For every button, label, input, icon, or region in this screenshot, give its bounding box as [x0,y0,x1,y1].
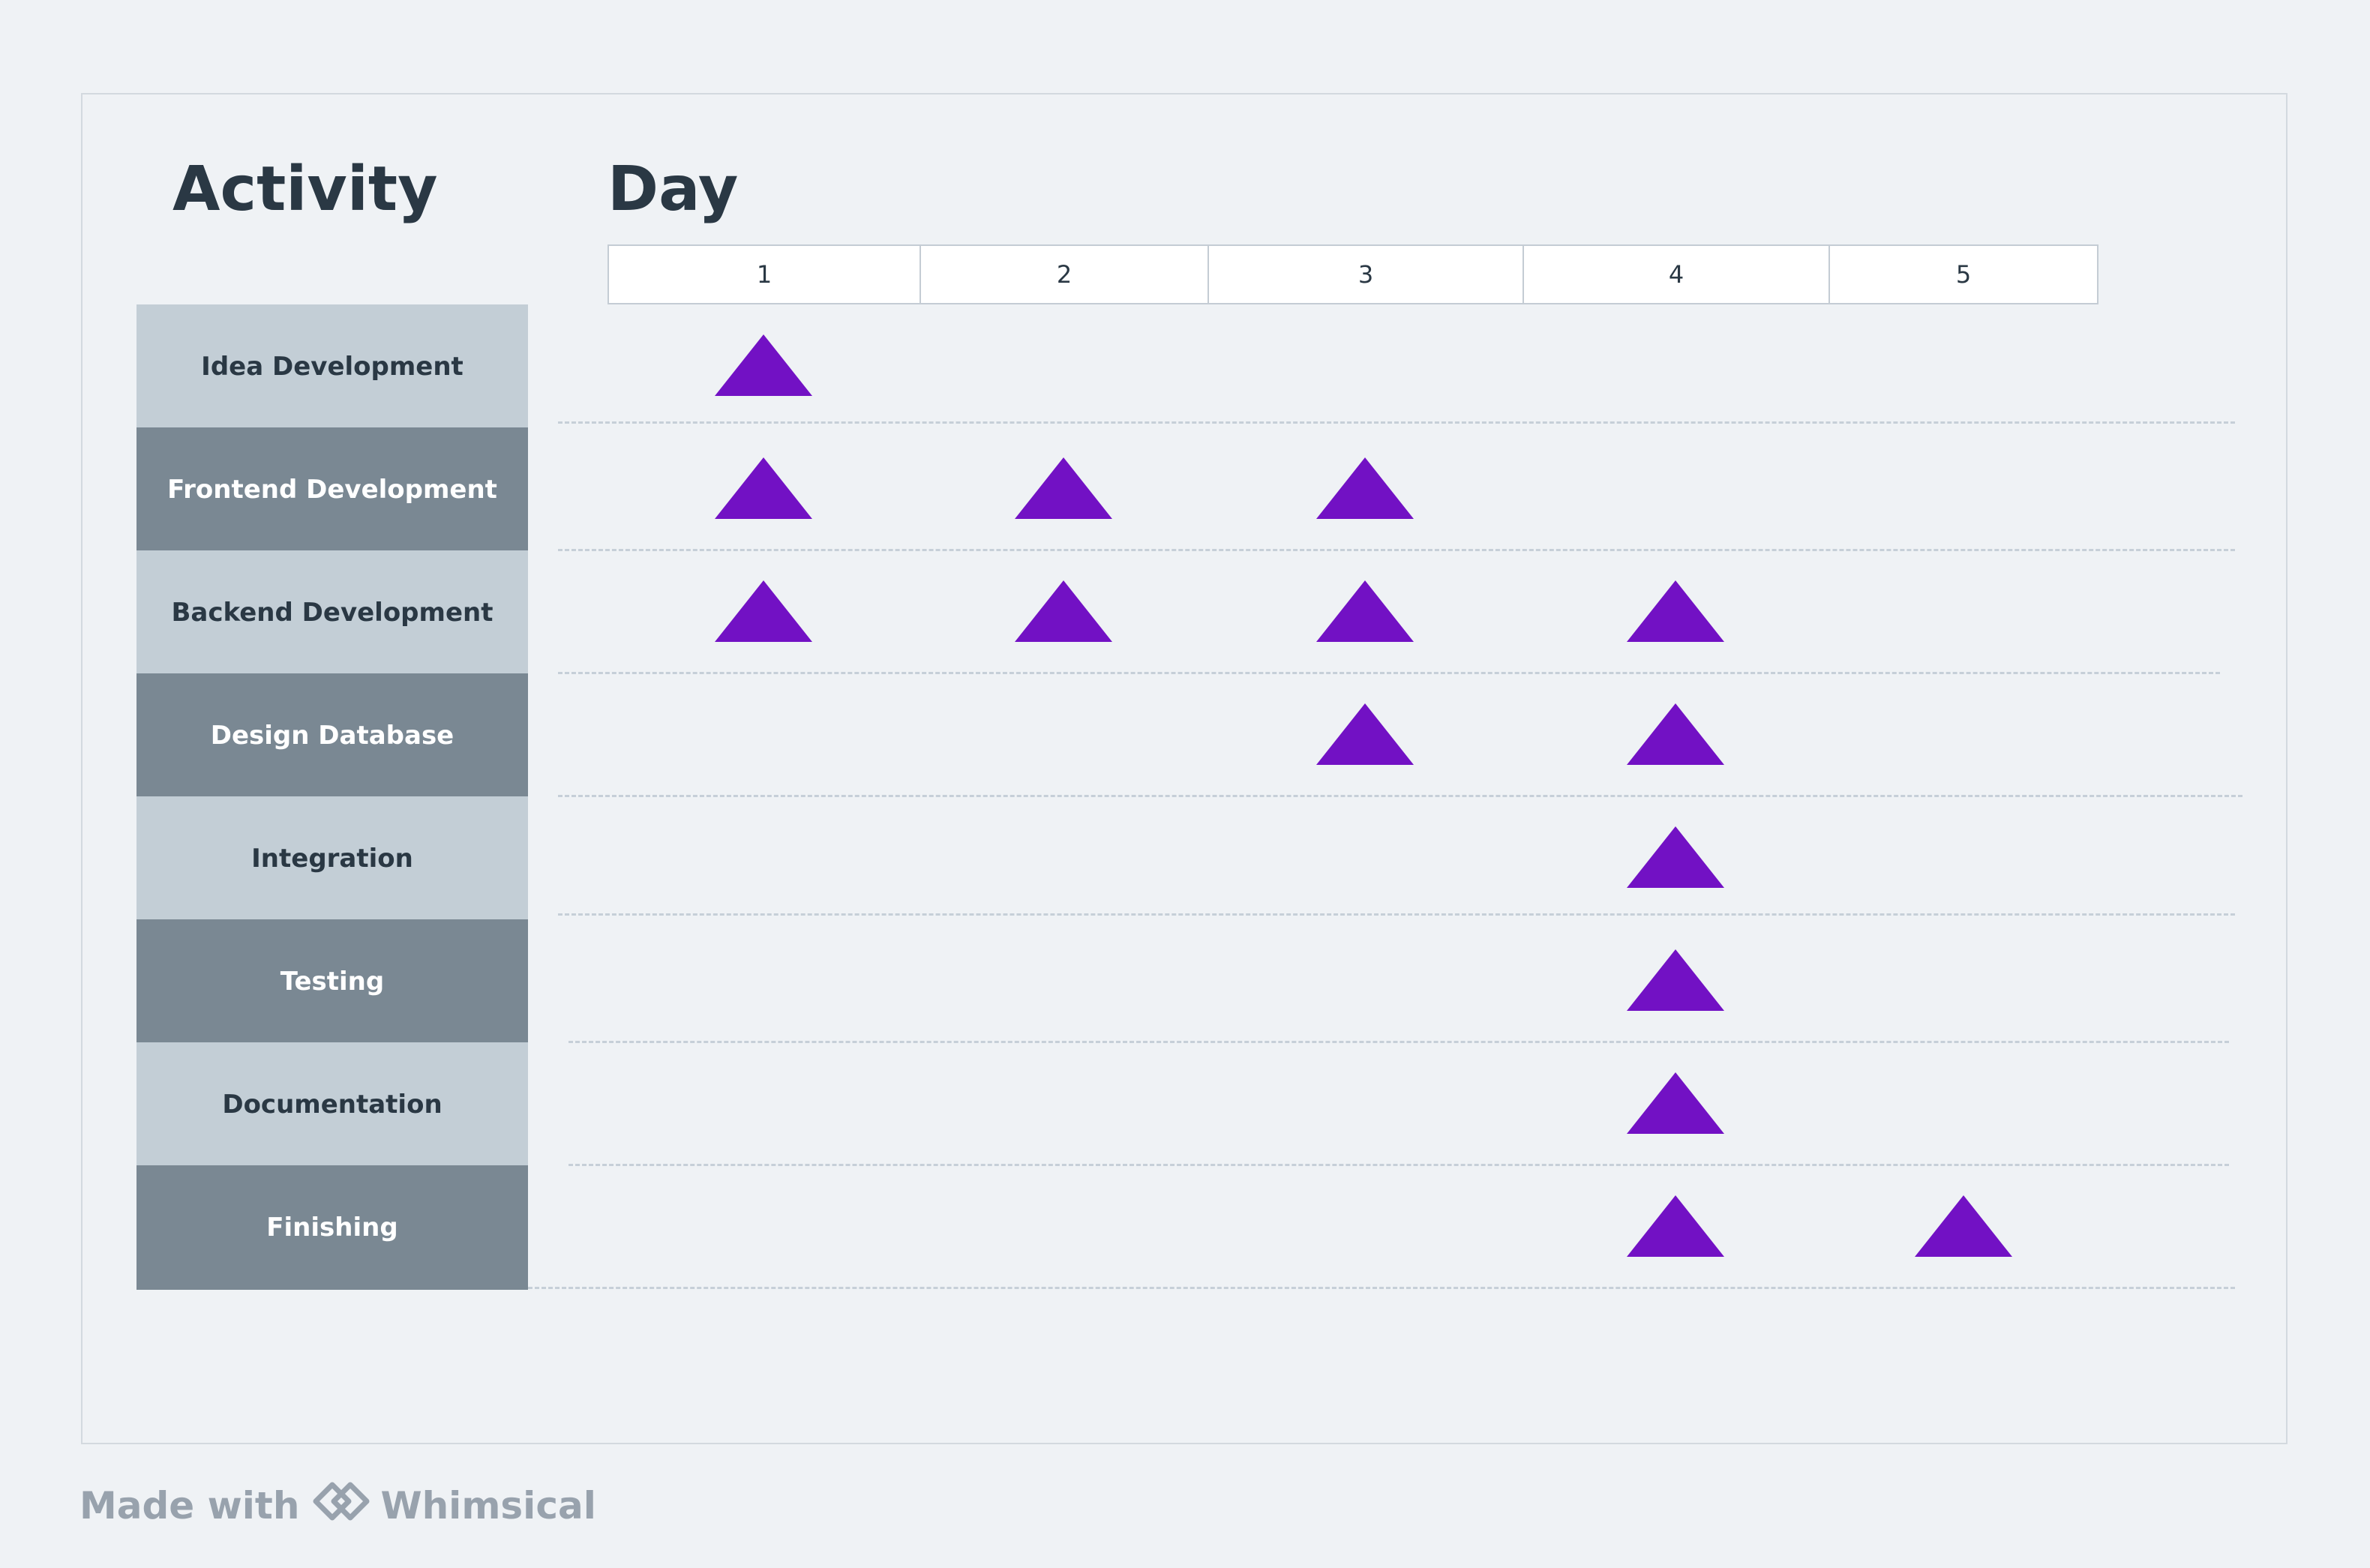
day-heading: Day [608,154,739,225]
triangle-marker [1627,949,1724,1011]
row-separator [558,672,2220,674]
triangle-marker [1627,1072,1724,1134]
triangle-marker [1627,826,1724,888]
whimsical-logo-icon [313,1482,370,1530]
triangle-marker [715,334,812,396]
made-with-footer[interactable]: Made with Whimsical [80,1482,596,1530]
row-separator [558,421,2235,424]
day-header-cell-5: 5 [1828,244,2098,304]
triangle-marker [1627,1195,1724,1257]
activity-label: Finishing [136,1165,528,1290]
activity-heading: Activity [172,154,438,225]
day-header-cell-3: 3 [1208,244,1524,304]
day-header-cell-4: 4 [1522,244,1830,304]
triangle-marker [1627,580,1724,642]
row-separator [558,549,2235,551]
day-header-cell-1: 1 [608,244,921,304]
activity-label: Documentation [136,1042,528,1167]
whimsical-brand-text: Whimsical [380,1484,596,1528]
row-separator [558,795,2242,797]
row-separator [568,1041,2229,1043]
triangle-marker [715,457,812,519]
activity-label: Design Database [136,673,528,798]
activity-label: Frontend Development [136,427,528,552]
triangle-marker [1627,703,1724,765]
activity-label: Testing [136,919,528,1044]
row-separator [528,1287,2235,1289]
triangle-marker [1015,580,1112,642]
triangle-marker [1015,457,1112,519]
day-header-cell-2: 2 [920,244,1209,304]
row-separator [558,913,2235,916]
triangle-marker [715,580,812,642]
activity-label: Integration [136,796,528,921]
triangle-marker [1316,580,1414,642]
activity-label: Idea Development [136,304,528,429]
made-with-text: Made with [80,1484,300,1528]
triangle-marker [1316,703,1414,765]
triangle-marker [1915,1195,2012,1257]
triangle-marker [1316,457,1414,519]
activity-label: Backend Development [136,550,528,675]
row-separator [568,1164,2229,1166]
